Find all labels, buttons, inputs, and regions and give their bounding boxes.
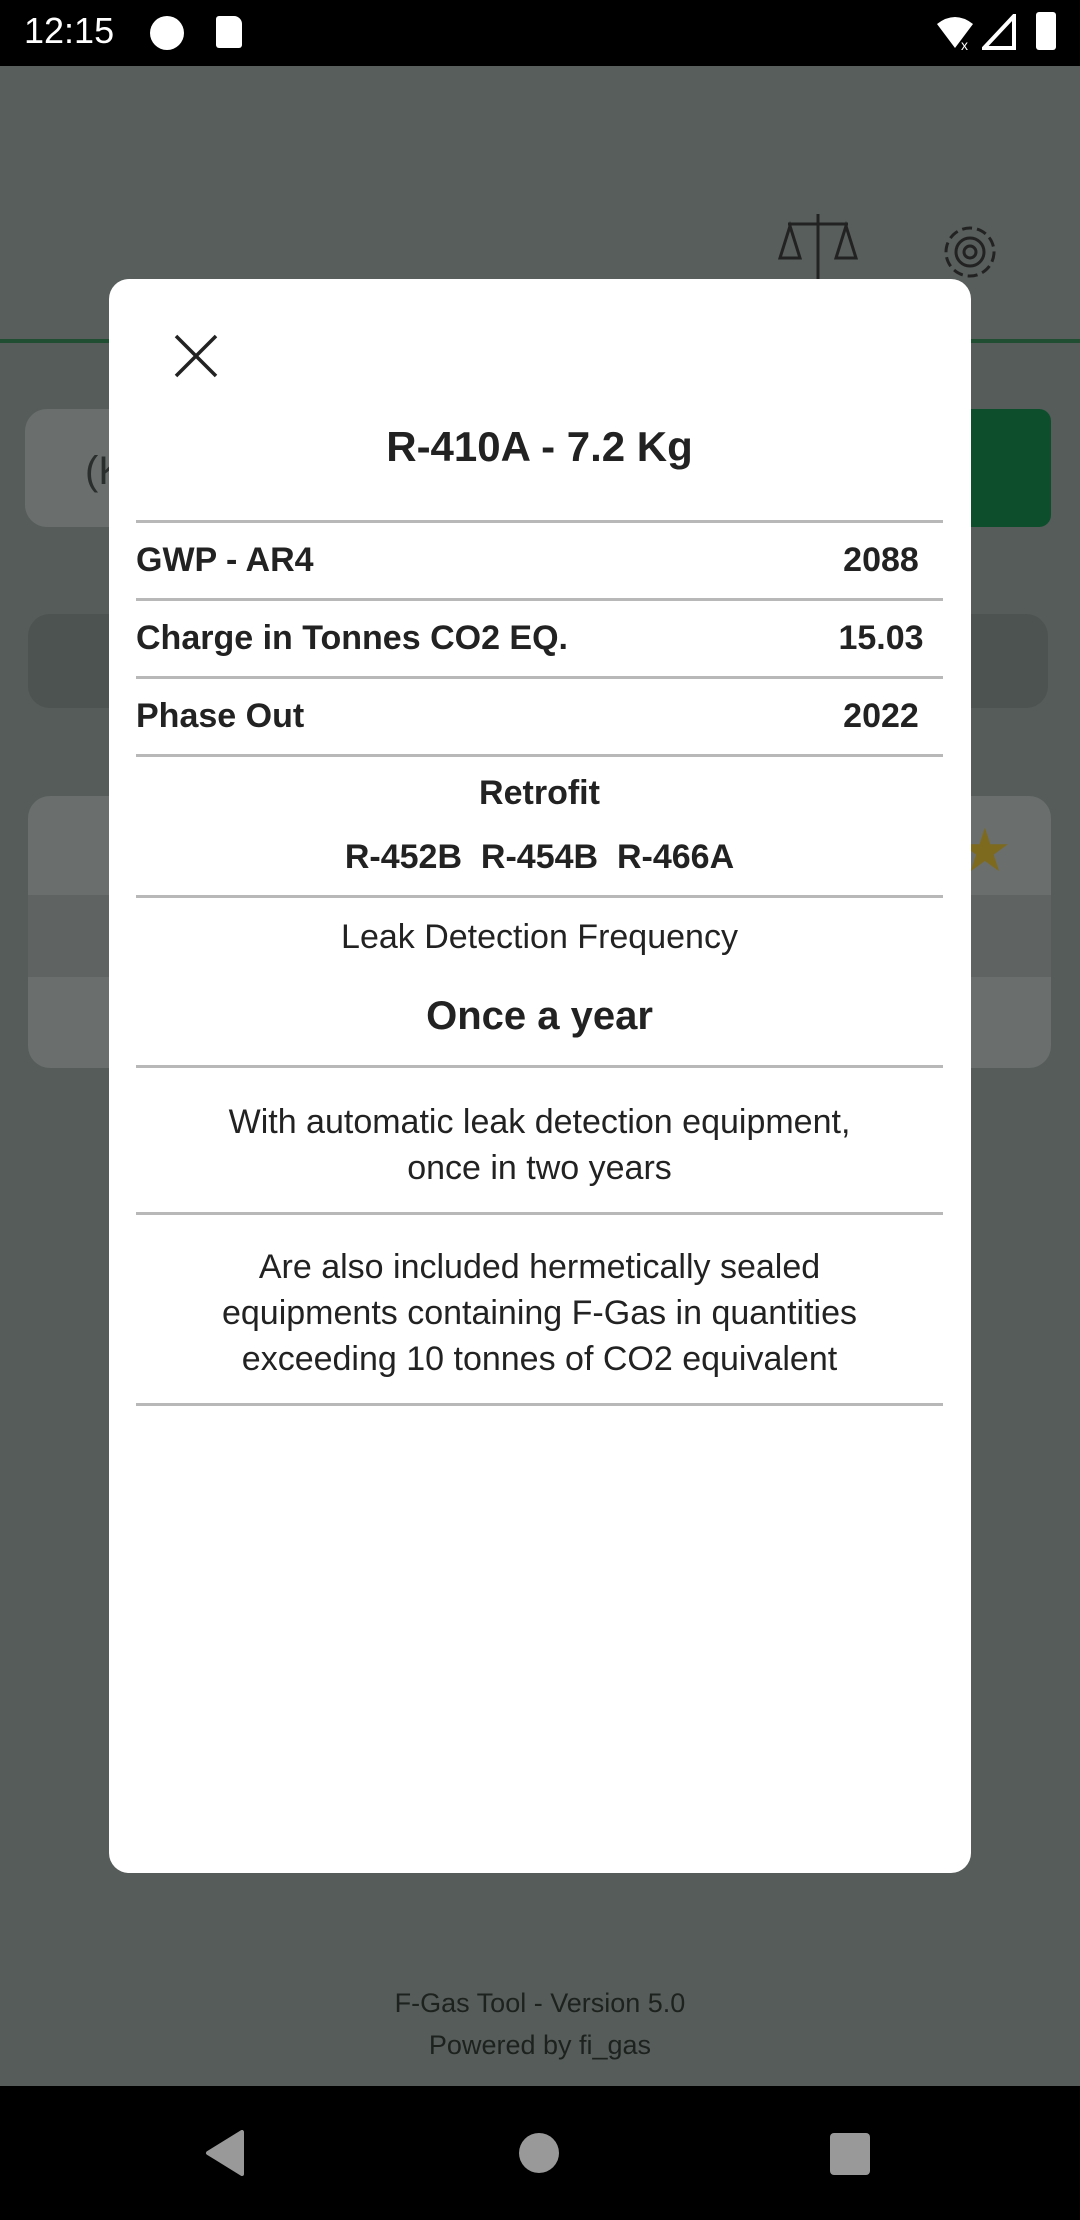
phase-out-label: Phase Out <box>136 697 305 735</box>
divider <box>136 676 943 679</box>
divider <box>136 1403 943 1406</box>
footer-powered: Powered by fi_gas <box>428 2030 652 2060</box>
close-icon[interactable] <box>174 334 218 378</box>
sd-card-icon <box>216 16 242 48</box>
divider <box>136 754 943 757</box>
scale-icon[interactable] <box>778 210 858 290</box>
charge-label: Charge in Tonnes CO2 EQ. <box>136 619 568 657</box>
retrofit-values: R-452B R-454B R-466A <box>344 838 735 876</box>
divider <box>136 1212 943 1215</box>
status-bar: 12:15 x <box>0 0 1080 66</box>
note-line: Are also included hermetically sealed <box>258 1248 821 1286</box>
divider <box>136 895 943 898</box>
hermetic-note: Are also included hermetically sealed eq… <box>136 1244 943 1382</box>
note-line: equipments containing F-Gas in quantitie… <box>221 1294 858 1332</box>
refrigerant-dialog: R-410A - 7.2 Kg GWP - AR4 2088 Charge in … <box>109 279 971 1873</box>
svg-text:x: x <box>961 37 968 50</box>
divider <box>136 1065 943 1068</box>
notification-icon <box>150 16 184 50</box>
footer-version: F-Gas Tool - Version 5.0 <box>394 1988 686 2018</box>
battery-icon <box>1036 12 1056 50</box>
automatic-detection-note: With automatic leak detection equipment,… <box>136 1099 943 1191</box>
back-icon[interactable] <box>204 2130 246 2176</box>
wifi-off-icon: x <box>937 17 973 50</box>
leak-frequency-value: Once a year <box>426 994 653 1038</box>
signal-icon <box>982 14 1016 50</box>
divider <box>136 520 943 523</box>
divider <box>136 598 943 601</box>
phase-out-value: 2022 <box>843 697 919 735</box>
recents-icon[interactable] <box>830 2133 870 2175</box>
dialog-title: R-410A - 7.2 Kg <box>386 423 693 470</box>
home-icon[interactable] <box>519 2133 559 2173</box>
navigation-bar <box>0 2086 1080 2220</box>
gwp-label: GWP - AR4 <box>136 541 314 579</box>
note-line: exceeding 10 tonnes of CO2 equivalent <box>241 1340 838 1378</box>
status-time: 12:15 <box>24 10 115 51</box>
note-line: once in two years <box>407 1149 672 1187</box>
charge-value: 15.03 <box>838 619 924 657</box>
retrofit-label: Retrofit <box>479 774 600 812</box>
leak-frequency-label: Leak Detection Frequency <box>341 918 738 956</box>
gwp-value: 2088 <box>843 541 919 579</box>
note-line: With automatic leak detection equipment, <box>228 1103 851 1141</box>
